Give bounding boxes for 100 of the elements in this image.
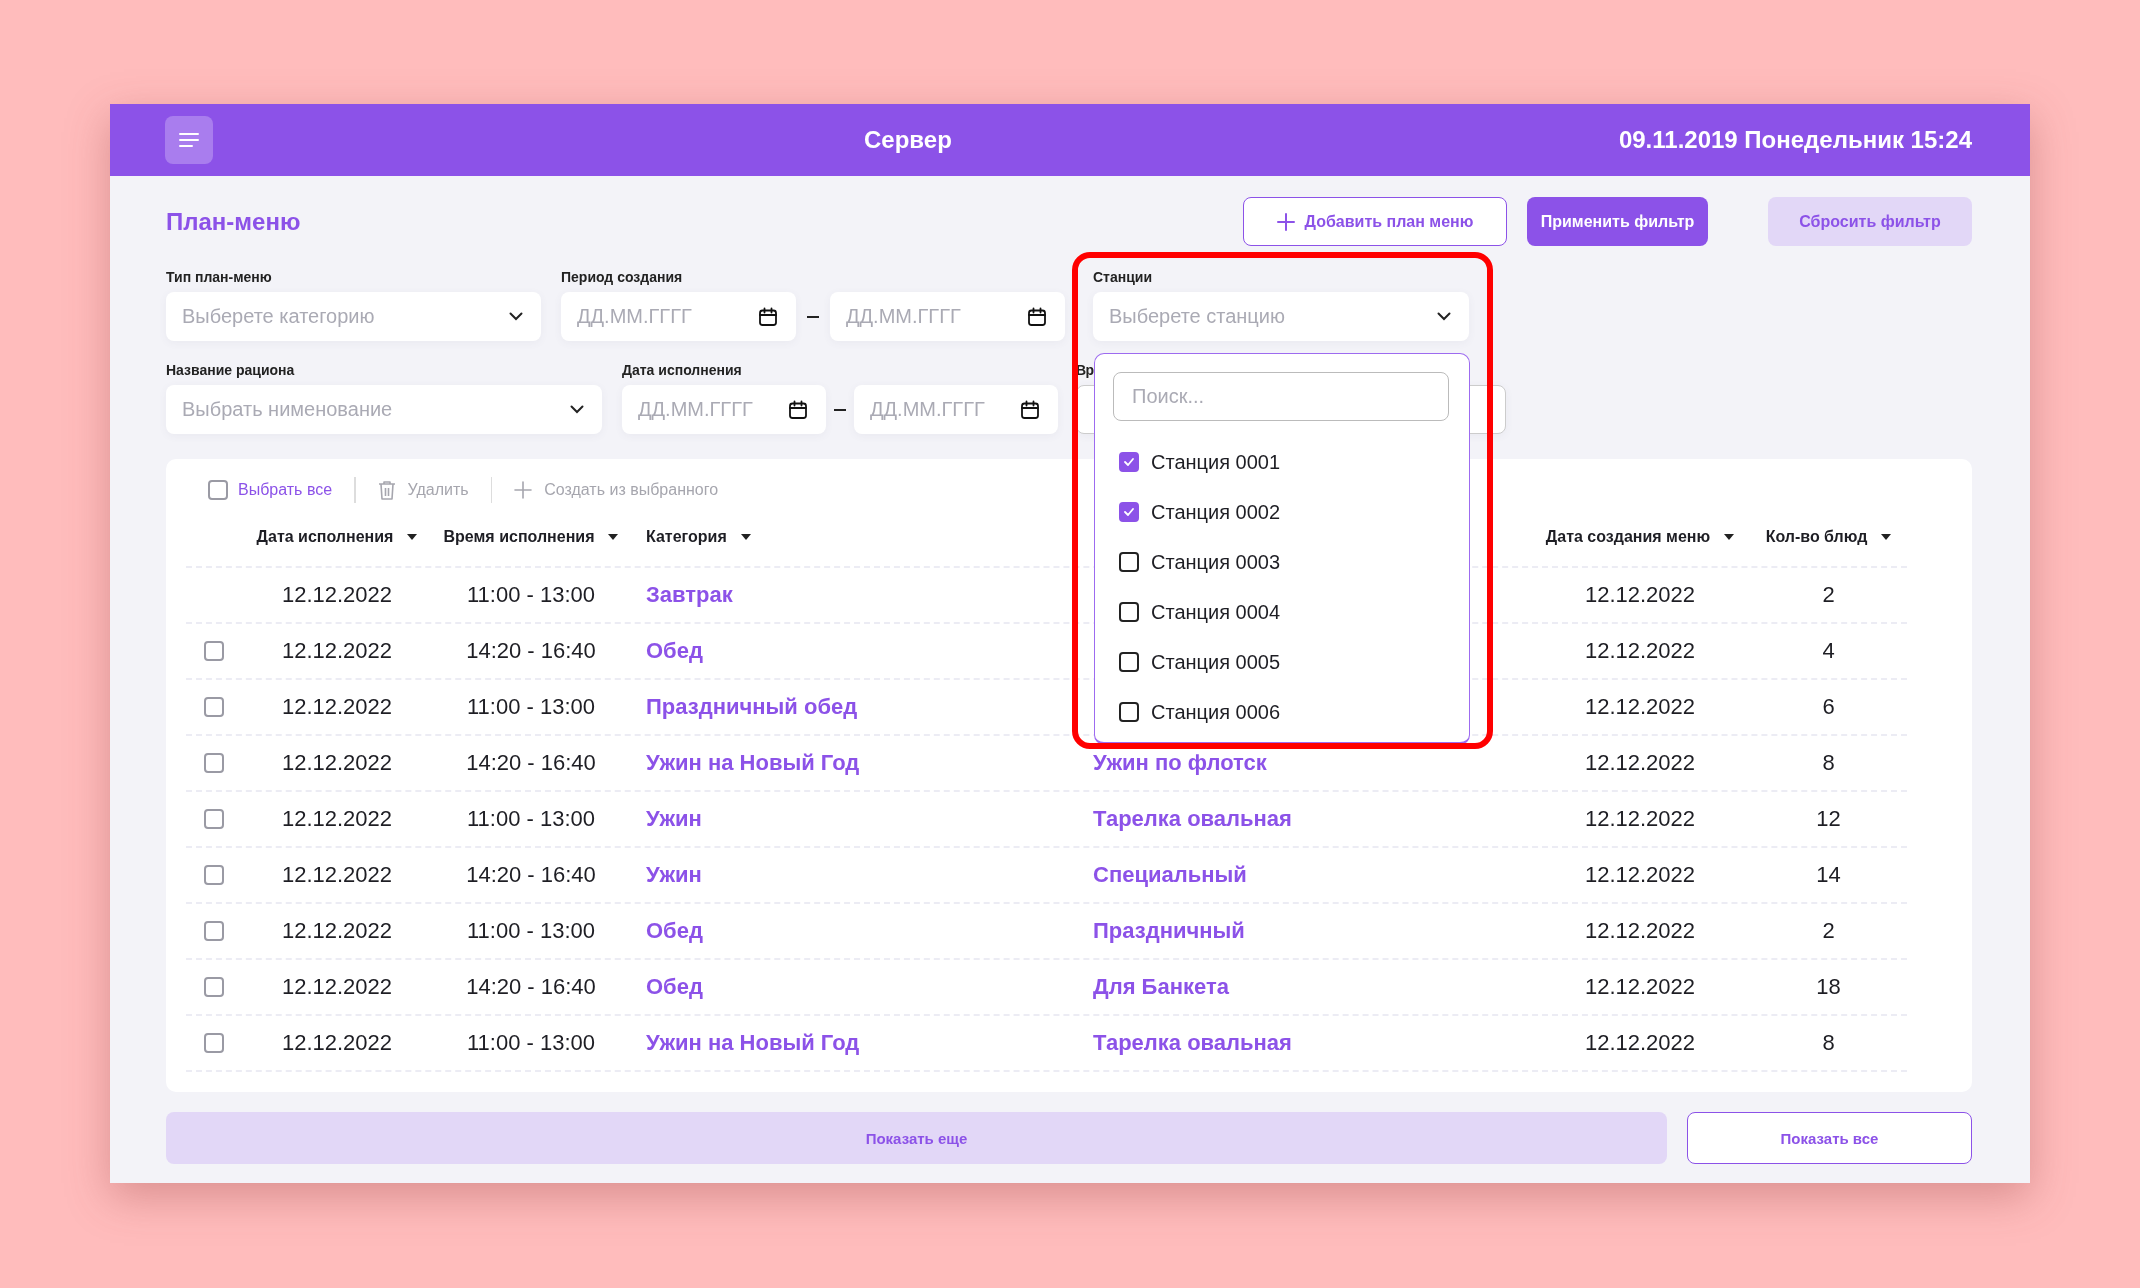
- sort-icon[interactable]: [740, 533, 751, 540]
- table-cell: 6: [1822, 694, 1835, 720]
- table-cell: 11:00 - 13:00: [467, 694, 595, 720]
- table-cell: 11:00 - 13:00: [467, 918, 595, 944]
- station-checkbox[interactable]: [1119, 652, 1139, 672]
- range-dash: [807, 315, 819, 318]
- table-cell: 2: [1822, 582, 1835, 608]
- table-cell: 12.12.2022: [1584, 918, 1696, 944]
- table-cell: 11:00 - 13:00: [467, 582, 595, 608]
- column-header[interactable]: Время исполнения: [443, 527, 595, 546]
- station-option[interactable]: Станция 0004: [1151, 600, 1281, 624]
- table-cell: 12: [1816, 806, 1841, 832]
- table-cell: 12.12.2022: [281, 750, 393, 776]
- page-title: План-меню: [166, 207, 301, 236]
- station-checkbox[interactable]: [1119, 702, 1139, 722]
- table-cell: 8: [1822, 1030, 1835, 1056]
- station-option[interactable]: Станция 0006: [1151, 700, 1281, 724]
- select-all-checkbox[interactable]: [208, 480, 228, 500]
- table-cell: 12.12.2022: [281, 1030, 393, 1056]
- station-option[interactable]: Станция 0003: [1151, 550, 1281, 574]
- table-cell: 18: [1816, 974, 1841, 1000]
- ration-link[interactable]: Праздничный: [1093, 918, 1245, 944]
- show-all-button[interactable]: Показать все: [1687, 1112, 1972, 1164]
- row-checkbox[interactable]: [204, 921, 224, 941]
- station-checkbox[interactable]: [1119, 452, 1139, 472]
- category-link[interactable]: Ужин на Новый Год: [646, 1030, 860, 1056]
- field-label: Тип план-меню: [166, 268, 273, 286]
- sort-icon[interactable]: [1881, 533, 1892, 540]
- category-link[interactable]: Ужин: [646, 806, 702, 832]
- ration-link[interactable]: Ужин по флотск: [1093, 750, 1267, 776]
- sort-icon[interactable]: [608, 533, 619, 540]
- calendar-icon: [758, 306, 778, 327]
- row-checkbox[interactable]: [204, 809, 224, 829]
- table-cell: 14: [1816, 862, 1841, 888]
- table-cell: 8: [1822, 750, 1835, 776]
- sort-icon[interactable]: [407, 533, 418, 540]
- row-checkbox[interactable]: [204, 1033, 224, 1053]
- category-link[interactable]: Завтрак: [646, 582, 733, 608]
- table-cell: 12.12.2022: [281, 806, 393, 832]
- column-header[interactable]: Категория: [646, 527, 727, 546]
- field-label: Дата исполнения: [622, 361, 743, 379]
- calendar-icon: [1027, 306, 1047, 327]
- column-header[interactable]: Дата исполнения: [256, 527, 394, 546]
- table-cell: 14:20 - 16:40: [466, 638, 596, 664]
- action-button[interactable]: Сбросить фильтр: [1768, 197, 1972, 246]
- table-cell: 12.12.2022: [1584, 1030, 1696, 1056]
- table-cell: 12.12.2022: [281, 582, 393, 608]
- table-cell: 12.12.2022: [1584, 806, 1696, 832]
- sort-icon[interactable]: [1724, 533, 1735, 540]
- plus-icon: [514, 481, 533, 499]
- table-cell: 14:20 - 16:40: [466, 750, 596, 776]
- table-cell: 12.12.2022: [1584, 862, 1696, 888]
- app-title: Сервер: [864, 126, 952, 154]
- category-link[interactable]: Обед: [646, 918, 703, 944]
- row-checkbox[interactable]: [204, 865, 224, 885]
- station-option[interactable]: Станция 0005: [1151, 650, 1281, 674]
- ration-link[interactable]: Для Банкета: [1093, 974, 1229, 1000]
- row-checkbox[interactable]: [204, 641, 224, 661]
- show-more-button[interactable]: Показать еще: [166, 1112, 1667, 1164]
- row-checkbox[interactable]: [204, 753, 224, 773]
- field-label: Станции: [1093, 268, 1154, 286]
- row-checkbox[interactable]: [204, 697, 224, 717]
- range-dash: [834, 408, 846, 411]
- ration-link[interactable]: Тарелка овальная: [1093, 1030, 1292, 1056]
- table-cell: 2: [1822, 918, 1835, 944]
- table-cell: 12.12.2022: [281, 638, 393, 664]
- select-all-link[interactable]: Выбрать все: [238, 481, 333, 499]
- chevron-down-icon: [1437, 312, 1451, 321]
- table-cell: 12.12.2022: [1584, 638, 1696, 664]
- trash-icon: [377, 480, 396, 500]
- row-checkbox[interactable]: [204, 977, 224, 997]
- check-icon: [1123, 457, 1135, 467]
- table-cell: 14:20 - 16:40: [466, 974, 596, 1000]
- station-checkbox[interactable]: [1119, 552, 1139, 572]
- table-cell: 12.12.2022: [281, 862, 393, 888]
- action-button[interactable]: Добавить план меню: [1243, 197, 1507, 246]
- category-link[interactable]: Праздничный обед: [646, 694, 858, 720]
- station-option[interactable]: Станция 0001: [1151, 450, 1281, 474]
- table-cell: 4: [1822, 638, 1835, 664]
- category-link[interactable]: Ужин на Новый Год: [646, 750, 860, 776]
- station-checkbox[interactable]: [1119, 602, 1139, 622]
- station-checkbox[interactable]: [1119, 502, 1139, 522]
- menu-button[interactable]: [165, 116, 213, 164]
- table-cell: 12.12.2022: [1584, 750, 1696, 776]
- category-link[interactable]: Ужин: [646, 862, 702, 888]
- action-button[interactable]: Применить фильтр: [1527, 197, 1708, 246]
- table-cell: 12.12.2022: [281, 974, 393, 1000]
- station-option[interactable]: Станция 0002: [1151, 500, 1281, 524]
- column-header[interactable]: Дата создания меню: [1545, 527, 1711, 546]
- ration-link[interactable]: Тарелка овальная: [1093, 806, 1292, 832]
- column-header[interactable]: Кол-во блюд: [1765, 527, 1868, 546]
- category-link[interactable]: Обед: [646, 638, 703, 664]
- ration-link[interactable]: Специальный: [1093, 862, 1247, 888]
- calendar-icon: [788, 399, 808, 420]
- search-field[interactable]: Поиск...: [1113, 372, 1449, 421]
- category-link[interactable]: Обед: [646, 974, 703, 1000]
- check-icon: [1123, 507, 1135, 517]
- table-cell: 12.12.2022: [281, 694, 393, 720]
- calendar-icon: [1020, 399, 1040, 420]
- date-time: 09.11.2019 Понедельник 15:24: [1618, 126, 1972, 154]
